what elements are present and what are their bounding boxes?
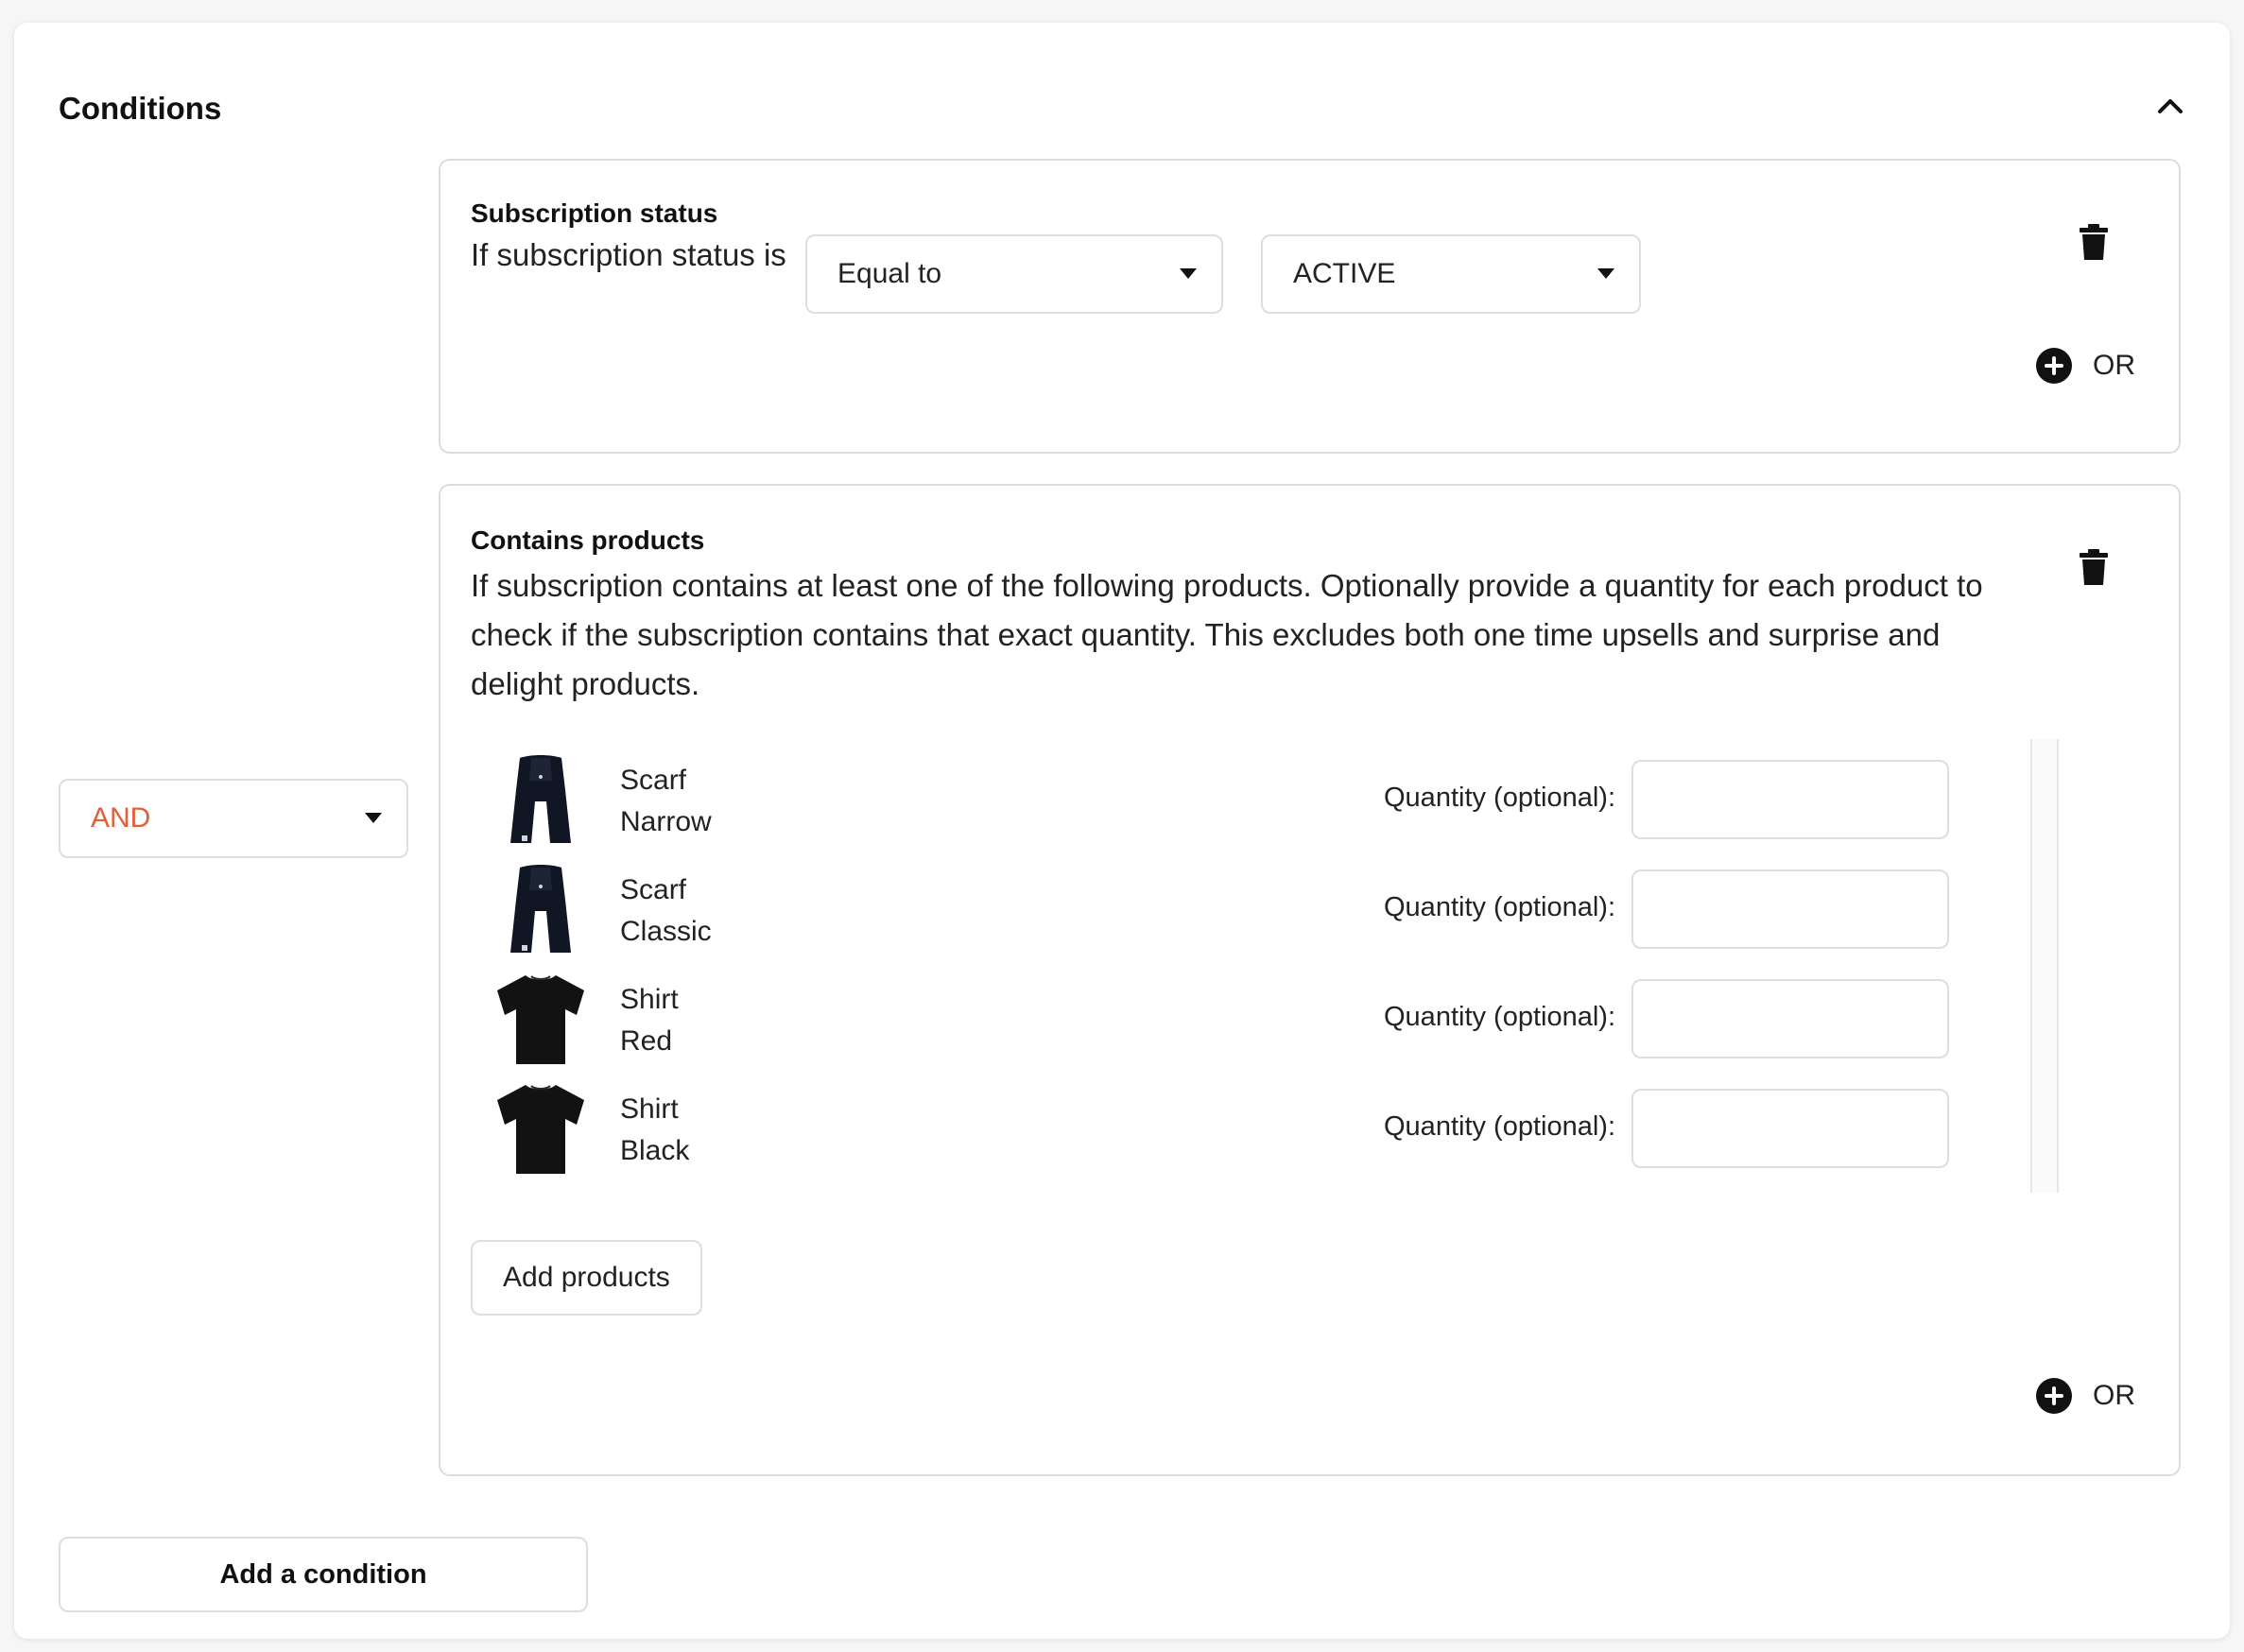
condition-title: Subscription status: [471, 198, 718, 228]
add-or-button[interactable]: OR: [2036, 348, 2135, 384]
card-title: Conditions: [59, 91, 222, 126]
quantity-label: Quantity (optional):: [1384, 783, 1616, 813]
scarf-icon: [493, 752, 588, 847]
quantity-label: Quantity (optional):: [1384, 892, 1616, 922]
product-name: Shirt: [620, 984, 679, 1015]
product-name: Scarf: [620, 874, 687, 905]
subscription-status-condition: Subscription status If subscription stat…: [439, 159, 2181, 454]
condition-title: Contains products: [471, 525, 705, 555]
shirt-icon: [493, 1081, 588, 1176]
product-variant: Black: [620, 1135, 690, 1166]
trash-icon: [2080, 549, 2108, 585]
status-operator-value: Equal to: [837, 258, 942, 289]
product-variant: Classic: [620, 916, 712, 947]
product-variant: Red: [620, 1025, 673, 1057]
product-name: Scarf: [620, 765, 687, 796]
caret-down-icon: [365, 813, 382, 823]
quantity-input[interactable]: [1631, 979, 1949, 1058]
product-row: Shirt Black Quantity (optional):: [471, 1077, 1955, 1179]
status-value: ACTIVE: [1293, 258, 1396, 289]
condition-prefix: If subscription status is: [471, 237, 786, 272]
contains-products-condition: Contains products If subscription contai…: [439, 484, 2181, 1476]
scarf-icon: [493, 862, 588, 956]
trash-icon: [2080, 224, 2108, 260]
quantity-input[interactable]: [1631, 1089, 1949, 1168]
quantity-input[interactable]: [1631, 760, 1949, 839]
or-label: OR: [2093, 350, 2135, 381]
conditions-card: Conditions AND Subscription status If su…: [14, 23, 2230, 1639]
or-label: OR: [2093, 1380, 2135, 1411]
product-list-scrollbar[interactable]: [2030, 739, 2059, 1193]
quantity-input[interactable]: [1631, 869, 1949, 949]
add-or-button[interactable]: OR: [2036, 1378, 2135, 1414]
chevron-up-icon: [2158, 99, 2183, 113]
product-row: Scarf Classic Quantity (optional):: [471, 858, 1955, 960]
shirt-icon: [493, 972, 588, 1066]
status-value-select[interactable]: ACTIVE: [1261, 234, 1641, 314]
condition-description: If subscription contains at least one of…: [471, 568, 1983, 701]
plus-circle-icon: [2036, 1378, 2072, 1414]
delete-condition-button[interactable]: [2073, 221, 2115, 263]
caret-down-icon: [1180, 268, 1197, 279]
product-row: Shirt Red Quantity (optional):: [471, 968, 1955, 1070]
product-name: Shirt: [620, 1093, 679, 1125]
product-variant: Narrow: [620, 806, 712, 837]
collapse-button[interactable]: [2149, 85, 2191, 127]
add-condition-button[interactable]: Add a condition: [59, 1537, 588, 1612]
status-operator-select[interactable]: Equal to: [805, 234, 1223, 314]
caret-down-icon: [1597, 268, 1614, 279]
logic-operator-value: AND: [91, 802, 151, 834]
delete-condition-button[interactable]: [2073, 546, 2115, 588]
plus-circle-icon: [2036, 348, 2072, 384]
logic-operator-select[interactable]: AND: [59, 779, 408, 858]
product-row: Scarf Narrow Quantity (optional):: [471, 749, 1955, 851]
add-products-button[interactable]: Add products: [471, 1240, 702, 1316]
quantity-label: Quantity (optional):: [1384, 1111, 1616, 1142]
quantity-label: Quantity (optional):: [1384, 1002, 1616, 1032]
